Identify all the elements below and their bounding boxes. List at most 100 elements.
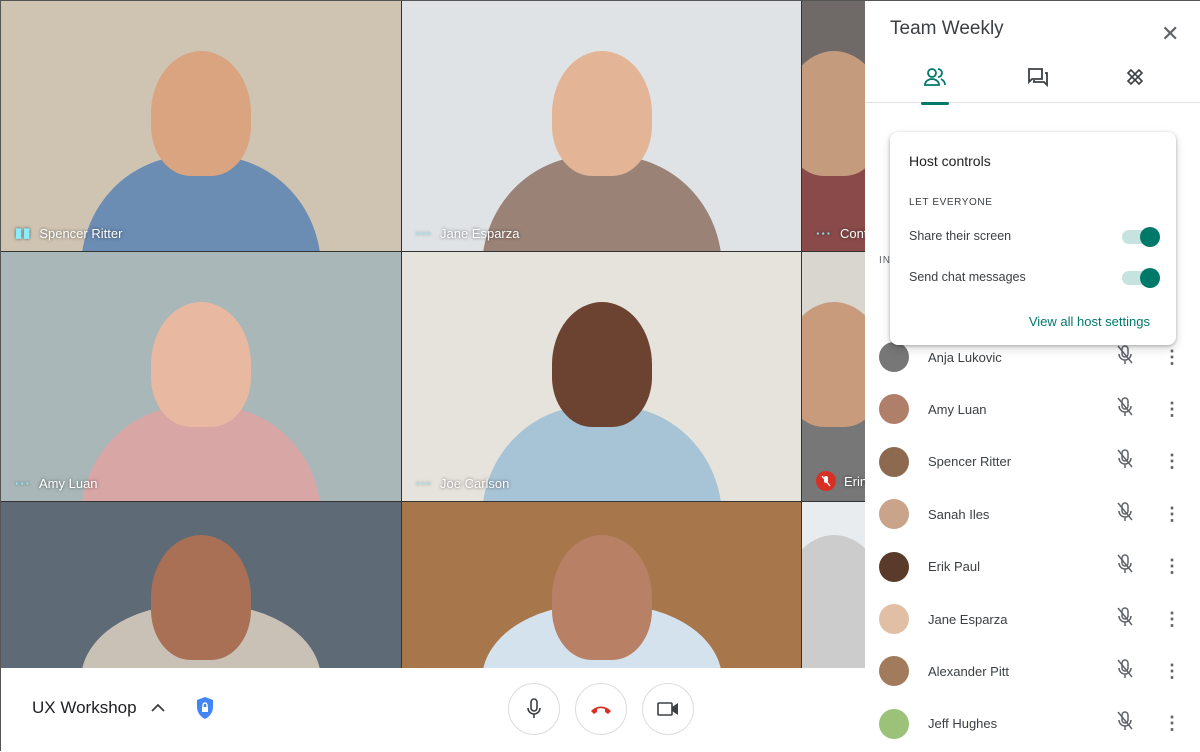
share-screen-toggle[interactable] [1122,227,1160,247]
avatar [879,708,909,739]
more-options-icon[interactable]: ⋮ [1163,661,1181,682]
shield-lock-icon[interactable] [195,696,215,720]
participant-video-face [551,51,652,176]
audio-dots-icon: ··· [416,226,432,241]
participant-video-face [551,535,652,661]
participant-name: Jane Esparza [440,226,520,241]
hang-up-button[interactable] [575,683,627,735]
participant-name: Joe Carlson [440,476,510,491]
video-tile[interactable]: ▮▮ Spencer Ritter [1,1,401,251]
participant-name: Jane Esparza [928,611,1008,627]
participant-row[interactable]: Sanah Iles ⋮ [865,488,1200,540]
more-options-icon[interactable]: ⋮ [1163,713,1181,734]
people-icon [924,68,946,86]
participant-video-face [551,301,652,427]
video-camera-icon [657,702,678,716]
mic-off-icon[interactable] [1116,659,1134,684]
more-options-icon[interactable]: ⋮ [1163,609,1181,630]
participant-name: Spencer Ritter [39,225,123,241]
muted-mic-icon [816,471,836,491]
participant-name: Jeff Hughes [928,716,998,732]
participant-row[interactable]: Erik Paul ⋮ [865,541,1200,593]
tab-people[interactable] [915,67,955,105]
participant-name: Erin [844,473,865,489]
video-tile[interactable] [1,502,401,668]
participant-video-face [802,301,865,427]
participant-video-face [802,51,865,176]
video-tile[interactable]: Erin [802,252,865,501]
audio-dots-icon: ··· [816,226,832,241]
video-tile[interactable]: ··· Amy Luan [1,252,401,501]
avatar [879,394,909,425]
participant-video-face [151,535,251,661]
participant-name: Alexander Pitt [928,663,1009,679]
tile-name-label: ··· Amy Luan [15,476,98,491]
activities-icon [1126,68,1144,86]
mic-off-icon[interactable] [1116,344,1134,370]
participant-name: Cont [840,226,865,241]
tile-name-label: ▮▮ Spencer Ritter [15,225,122,241]
avatar [879,446,909,477]
meeting-title: UX Workshop [32,698,137,717]
video-tile[interactable] [402,502,801,668]
send-chat-toggle[interactable] [1122,268,1160,288]
side-panel: Team Weekly ✕ IN Anja Lukovic ⋮ Amy Luan… [865,1,1200,752]
speaking-indicator-icon: ▮▮ [15,225,32,240]
participant-row[interactable]: Jane Esparza ⋮ [865,593,1200,645]
more-options-icon[interactable]: ⋮ [1163,347,1181,368]
chevron-up-icon [150,703,165,712]
tile-name-label: ··· Joe Carlson [416,476,509,491]
host-controls-popup: Host controls LET EVERYONE Share their s… [890,132,1176,345]
audio-dots-icon: ··· [15,476,31,491]
participant-row[interactable]: Alexander Pitt ⋮ [865,645,1200,697]
mic-off-icon[interactable] [1116,554,1134,579]
participant-row[interactable]: Amy Luan ⋮ [865,383,1200,435]
chat-icon [1028,68,1048,87]
view-all-host-settings-link[interactable]: View all host settings [1029,314,1150,329]
avatar [879,499,909,530]
microphone-button[interactable] [508,683,560,735]
avatar [879,342,909,372]
video-tile[interactable]: ··· Cont [802,1,865,251]
participant-video-face [151,301,251,427]
participant-name: Amy Luan [928,401,987,417]
host-controls-title: Host controls [909,153,991,169]
mic-off-icon[interactable] [1116,397,1134,422]
camera-button[interactable] [642,683,694,735]
more-options-icon[interactable]: ⋮ [1163,451,1181,472]
video-tile[interactable] [802,502,865,668]
panel-title: Team Weekly [890,18,1004,39]
hang-up-icon [591,706,611,714]
avatar [879,656,909,687]
tab-activities[interactable] [1115,67,1155,99]
tile-name-label: ··· Jane Esparza [416,226,520,241]
avatar [879,604,909,634]
participant-name: Anja Lukovic [928,349,1002,365]
mic-off-icon[interactable] [1116,501,1134,527]
panel-tabs [865,61,1200,105]
let-everyone-label: LET EVERYONE [909,197,993,208]
tab-chat[interactable] [1018,67,1058,99]
microphone-icon [527,698,541,718]
close-icon[interactable]: ✕ [1161,21,1179,47]
audio-dots-icon: ··· [416,476,432,491]
mic-off-icon[interactable] [1116,449,1134,474]
mic-off-icon[interactable] [1116,711,1134,736]
share-screen-label: Share their screen [909,229,1012,243]
mic-off-icon[interactable] [1116,606,1134,632]
meeting-details-button[interactable]: UX Workshop [32,698,165,718]
more-options-icon[interactable]: ⋮ [1163,504,1181,525]
participant-row[interactable]: Jeff Hughes ⋮ [865,698,1200,750]
video-grid: ▮▮ Spencer Ritter ··· Jane Esparza ··· Cont… [1,1,865,668]
more-options-icon[interactable]: ⋮ [1163,556,1181,577]
more-options-icon[interactable]: ⋮ [1163,399,1181,420]
video-tile[interactable]: ··· Jane Esparza [402,1,801,251]
participant-video-face [802,535,865,661]
tile-name-label: Erin [816,471,865,491]
participant-name: Amy Luan [39,476,98,491]
participant-name: Sanah Iles [928,506,990,522]
avatar [879,551,909,582]
participant-name: Erik Paul [928,559,981,575]
video-tile[interactable]: ··· Joe Carlson [402,252,801,501]
participant-row[interactable]: Spencer Ritter ⋮ [865,436,1200,488]
